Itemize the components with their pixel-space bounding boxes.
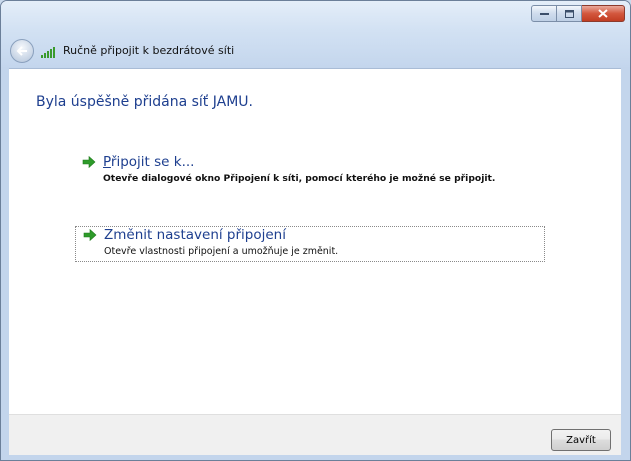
maximize-button[interactable]: [557, 5, 582, 22]
minimize-icon: [539, 12, 549, 15]
content-panel: Byla úspěšně přidána síť JAMU. Připojit …: [9, 68, 621, 414]
window-title: Ručně připojit k bezdrátové síti: [63, 44, 235, 57]
change-settings-option-description: Otevře vlastnosti připojení a umožňuje j…: [104, 246, 339, 257]
connect-option-title-rest: řipojit se k...: [110, 154, 195, 170]
page-heading: Byla úspěšně přidána síť JAMU.: [36, 94, 253, 110]
close-icon: [598, 9, 608, 18]
wireless-signal-icon: [41, 45, 57, 58]
dialog-footer: Zavřít: [9, 414, 621, 455]
close-button[interactable]: Zavřít: [551, 429, 611, 451]
dialog-window: Ručně připojit k bezdrátové síti Byla ús…: [0, 0, 631, 461]
connect-option-description: Otevře dialogové okno Připojení k síti, …: [103, 173, 496, 184]
caption-buttons: [531, 5, 625, 22]
back-button[interactable]: [10, 39, 34, 63]
minimize-button[interactable]: [531, 5, 557, 22]
title-bar: Ručně připojit k bezdrátové síti: [1, 1, 630, 67]
connect-option[interactable]: Připojit se k... Otevře dialogové okno P…: [75, 154, 545, 190]
change-settings-option-title[interactable]: Změnit nastavení připojení: [104, 227, 286, 243]
access-key-char: P: [103, 154, 111, 170]
green-arrow-icon: [82, 155, 96, 169]
green-arrow-icon: [83, 228, 97, 242]
maximize-icon: [564, 9, 574, 18]
connect-option-title[interactable]: Připojit se k...: [103, 154, 194, 170]
change-settings-option[interactable]: Změnit nastavení připojení Otevře vlastn…: [75, 226, 545, 262]
close-window-button[interactable]: [582, 5, 625, 22]
back-arrow-icon: [16, 46, 27, 56]
